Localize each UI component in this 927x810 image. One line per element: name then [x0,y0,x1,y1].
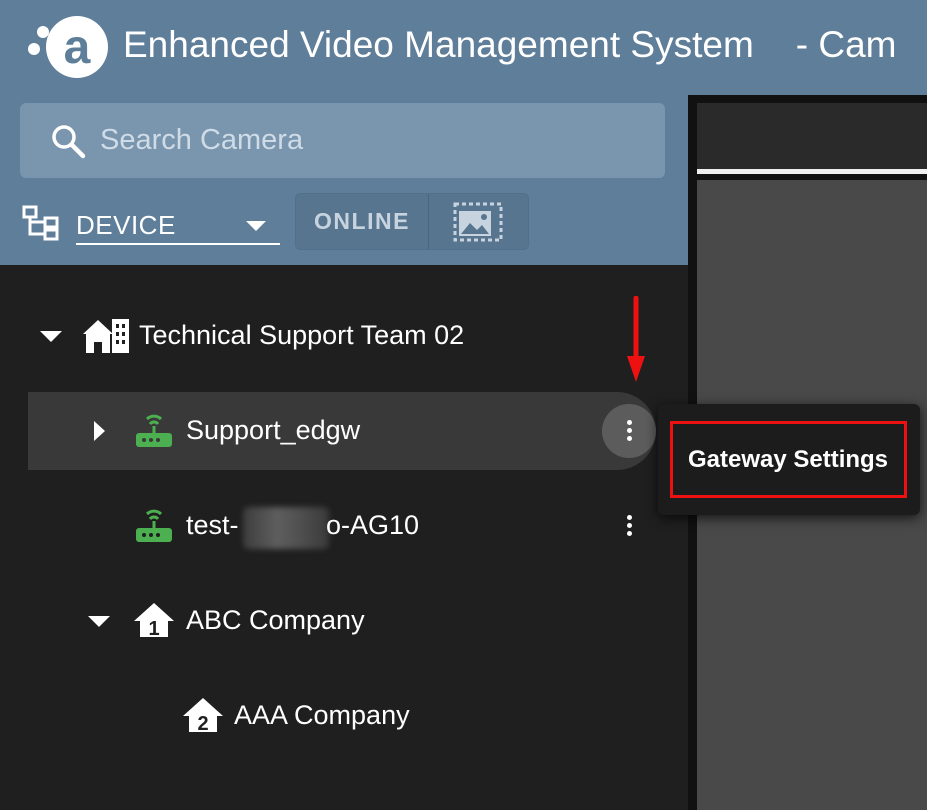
app-title: Enhanced Video Management System - Cam [123,24,897,65]
collapse-arrow-icon[interactable] [88,616,110,627]
search-icon [52,125,86,159]
svg-text:1: 1 [148,618,159,638]
filter-toggle-group: ONLINE [296,194,528,249]
tree-item-label[interactable]: AAA Company [234,700,410,731]
chevron-down-icon [246,221,266,231]
search-placeholder: Search Camera [100,124,304,156]
svg-text:a: a [64,21,91,74]
hierarchy-icon [22,205,59,241]
gateway-icon [136,414,172,447]
home-2-icon: 2 [183,698,223,733]
expand-arrow-icon[interactable] [94,421,105,441]
view-mode-value: DEVICE [76,210,176,240]
building-icon [83,319,129,353]
annotation-arrow-icon [627,296,645,382]
tree-item-label[interactable]: Technical Support Team 02 [139,320,464,351]
online-filter-button[interactable]: ONLINE [296,194,428,249]
snapshot-view-button[interactable] [429,194,528,249]
collapse-arrow-icon[interactable] [40,331,62,342]
image-icon [453,202,503,242]
annotation-highlight-box [670,421,907,498]
gateway-icon [136,509,172,542]
app-logo: a [28,16,108,78]
redacted-text [243,507,329,549]
tree-item-label-prefix[interactable]: test- [186,510,239,541]
tree-item-label[interactable]: Support_edgw [186,415,360,446]
video-pane-divider [697,169,927,174]
kebab-menu-icon[interactable] [627,515,633,537]
video-pane-toolbar [697,103,927,169]
tree-item-label[interactable]: ABC Company [186,605,365,636]
view-mode-dropdown[interactable]: DEVICE [76,207,280,245]
home-1-icon: 1 [134,603,174,638]
kebab-menu-icon [627,420,633,442]
tree-item-label-suffix[interactable]: o-AG10 [326,510,419,541]
svg-text:2: 2 [197,713,208,733]
